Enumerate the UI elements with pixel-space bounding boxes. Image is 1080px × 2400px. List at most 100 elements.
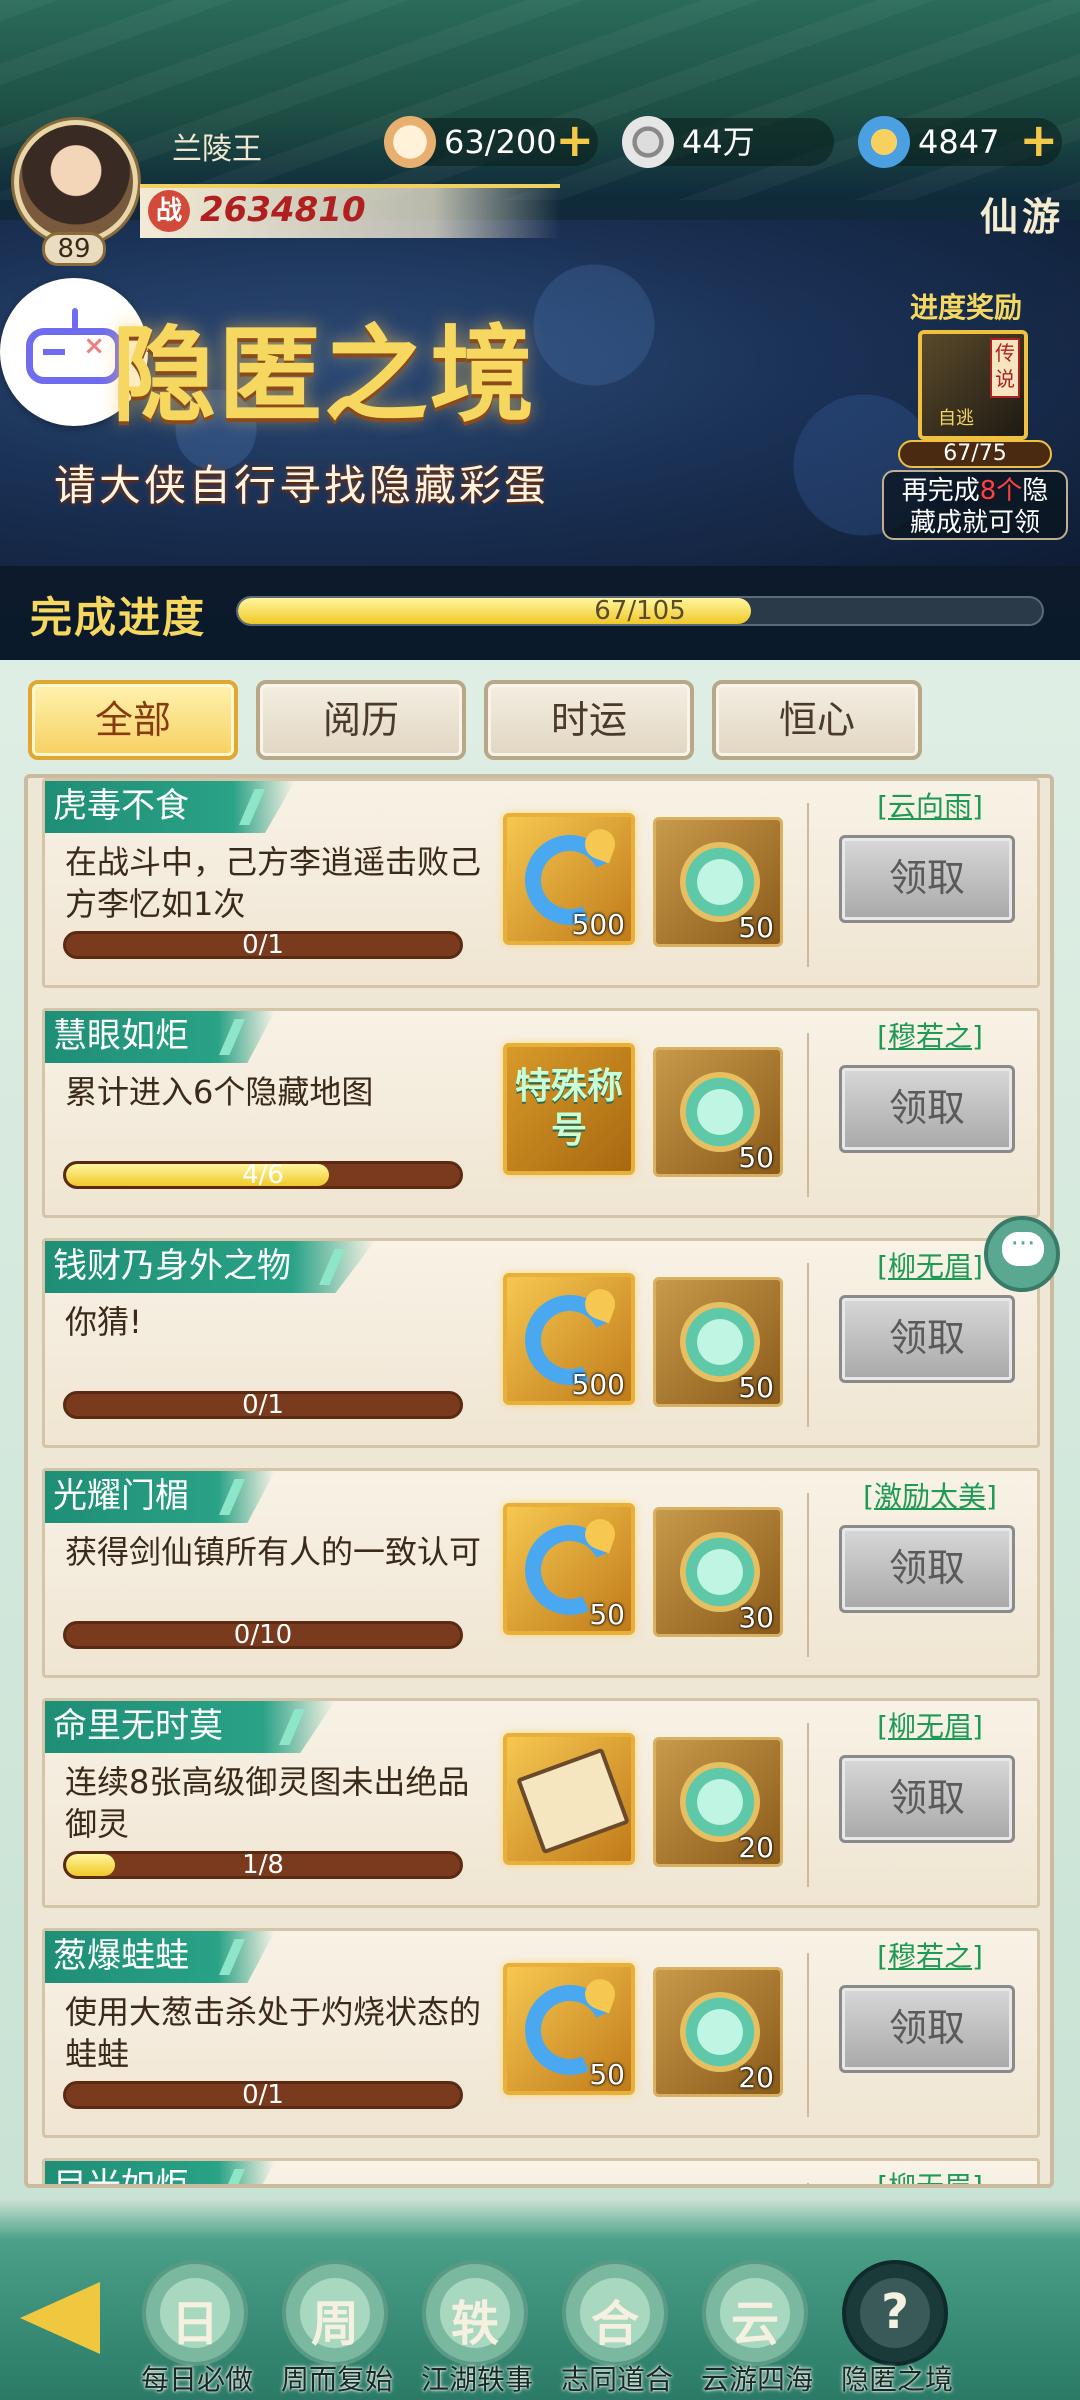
quest-progress-bar: 4/6 [63,1161,463,1189]
quest-card: 慧眼如炬 累计进入6个隐藏地图 4/6 特殊称号 50 [穆若之] 领取 [42,1008,1040,1218]
quest-author-link[interactable]: [柳无眉] [845,2165,1015,2184]
legend-tag: 传说 [990,338,1020,398]
quest-author-link[interactable]: [穆若之] [845,1015,1015,1055]
reward-progress: 67/75 [898,440,1052,468]
reward-item-jade-icon[interactable]: 500 [503,1273,635,1405]
nav-item[interactable]: 云云游四海 [692,2250,822,2400]
overall-progress-text: 67/105 [594,596,686,626]
nav-glyph-icon: ? [881,2284,909,2340]
nav-item[interactable]: 轶江湖轶事 [412,2250,542,2400]
special-title-text: 特殊称号 [514,1066,623,1151]
reward-item-badge-icon[interactable]: 20 [653,1967,783,2097]
quest-progress-text: 1/8 [242,1851,284,1879]
quest-progress-text: 0/1 [242,2081,284,2109]
progress-reward-box[interactable]: 传说 自逃 [918,330,1028,440]
bun-icon [384,116,436,168]
tab-all[interactable]: 全部 [28,680,238,760]
reward-item-count: 500 [571,1368,625,1401]
quest-description: 累计进入6个隐藏地图 [65,1073,374,1111]
player-avatar[interactable] [14,120,138,244]
card-divider [807,803,809,967]
reward-item-jade-icon[interactable]: 50 [503,1963,635,2095]
quest-progress-bar: 0/1 [63,2081,463,2109]
reward-item-jade-icon[interactable]: 50 [503,1503,635,1635]
tab-experience[interactable]: 阅历 [256,680,466,760]
reward-item-count: 50 [738,1141,774,1174]
quest-author-link[interactable]: [穆若之] [845,1935,1015,1975]
hint-text-pre: 再完成 [901,476,980,506]
badge-art [680,842,760,922]
back-arrow-icon[interactable] [20,2270,130,2360]
nav-item[interactable]: ? 隐匿之境 [832,2250,962,2400]
claim-button[interactable]: 领取 [839,1985,1015,2073]
claim-button[interactable]: 领取 [839,1525,1015,1613]
stamina-value: 63/200 [444,123,557,161]
nav-item[interactable]: 周周而复始 [272,2250,402,2400]
add-stamina-button[interactable]: + [555,117,594,163]
quest-description: 你猜! [65,1303,142,1341]
gamepad-antenna [72,308,78,330]
battle-icon: 战 [148,190,190,232]
player-name: 兰陵王 [172,132,262,167]
add-gems-button[interactable]: + [1019,117,1058,163]
page-title: 隐匿之境 [112,313,537,436]
quest-description: 获得剑仙镇所有人的一致认可 [65,1533,482,1571]
badge-art [680,1992,760,2072]
quest-description: 连续8张高级御灵图未出绝品御灵 [65,1763,470,1843]
quest-author-link[interactable]: [激励太美] [845,1475,1015,1515]
reward-item-badge-icon[interactable]: 50 [653,1277,783,1407]
sky-background [0,0,1080,200]
nav-glyph-icon: 合 [590,2296,639,2352]
quest-progress-bar: 1/8 [63,1851,463,1879]
quest-description: 在战斗中，己方李逍遥击败己方李忆如1次 [65,843,482,923]
combat-power: 2634810 [200,190,366,230]
reward-item-count: 500 [571,908,625,941]
quest-author-link[interactable]: [云向雨] [845,785,1015,825]
reward-item-badge-icon[interactable]: 20 [653,1737,783,1867]
player-level: 89 [42,232,106,266]
card-divider [807,1493,809,1657]
quest-author-link[interactable]: [柳无眉] [845,1705,1015,1745]
reward-item-jade-icon[interactable]: 500 [503,813,635,945]
nav-label: 江湖轶事 [420,2363,533,2396]
claim-button[interactable]: 领取 [839,1755,1015,1843]
coin-icon [622,116,674,168]
nav-label: 隐匿之境 [840,2363,953,2396]
badge-art [680,1072,760,1152]
chat-bubble-icon[interactable] [984,1216,1060,1292]
tab-fortune[interactable]: 时运 [484,680,694,760]
quest-card: 光耀门楣 获得剑仙镇所有人的一致认可 0/10 50 30 [激励太美] 领取 [42,1468,1040,1678]
gems-display: 4847 + [858,116,1062,168]
nav-label: 周而复始 [280,2363,393,2396]
card-divider [807,1263,809,1427]
badge-art [680,1532,760,1612]
hint-text-post: 藏成就可领 [909,508,1040,538]
progress-reward-title: 进度奖励 [910,291,1023,324]
quest-progress-text: 0/1 [242,1391,284,1419]
quest-card: 命里无时莫强求 连续8张高级御灵图未出绝品御灵 1/8 20 [柳无眉] 领取 [42,1698,1040,1908]
claim-button[interactable]: 领取 [839,1065,1015,1153]
reward-item-badge-icon[interactable]: 50 [653,1047,783,1177]
nav-glyph-icon: 日 [170,2296,219,2352]
reward-item-badge-icon[interactable]: 50 [653,817,783,947]
nav-item[interactable]: 日每日必做 [132,2250,262,2400]
badge-art [680,1762,760,1842]
card-divider [807,1723,809,1887]
quest-title: 虎毒不食子 [45,781,295,833]
quest-progress-bar: 0/1 [63,1391,463,1419]
quest-list[interactable]: 虎毒不食子 在战斗中，己方李逍遥击败己方李忆如1次 0/1 500 50 [云向… [24,774,1054,2188]
reward-item-title-icon[interactable]: 特殊称号 [503,1043,635,1175]
jade-icon [858,116,910,168]
hint-text-mid: 隐 [1022,476,1049,506]
claim-button[interactable]: 领取 [839,835,1015,923]
claim-button[interactable]: 领取 [839,1295,1015,1383]
overall-progress-bar: 67/105 [236,596,1044,626]
quest-progress-text: 4/6 [242,1161,284,1189]
reward-item-scroll-icon[interactable] [503,1733,635,1865]
coins-display: 44万 [622,116,834,168]
reward-item-badge-icon[interactable]: 30 [653,1507,783,1637]
tab-perseverance[interactable]: 恒心 [712,680,922,760]
nav-item[interactable]: 合志同道合 [552,2250,682,2400]
quest-card: 虎毒不食子 在战斗中，己方李逍遥击败己方李忆如1次 0/1 500 50 [云向… [42,778,1040,988]
reward-item-count: 50 [738,1371,774,1404]
